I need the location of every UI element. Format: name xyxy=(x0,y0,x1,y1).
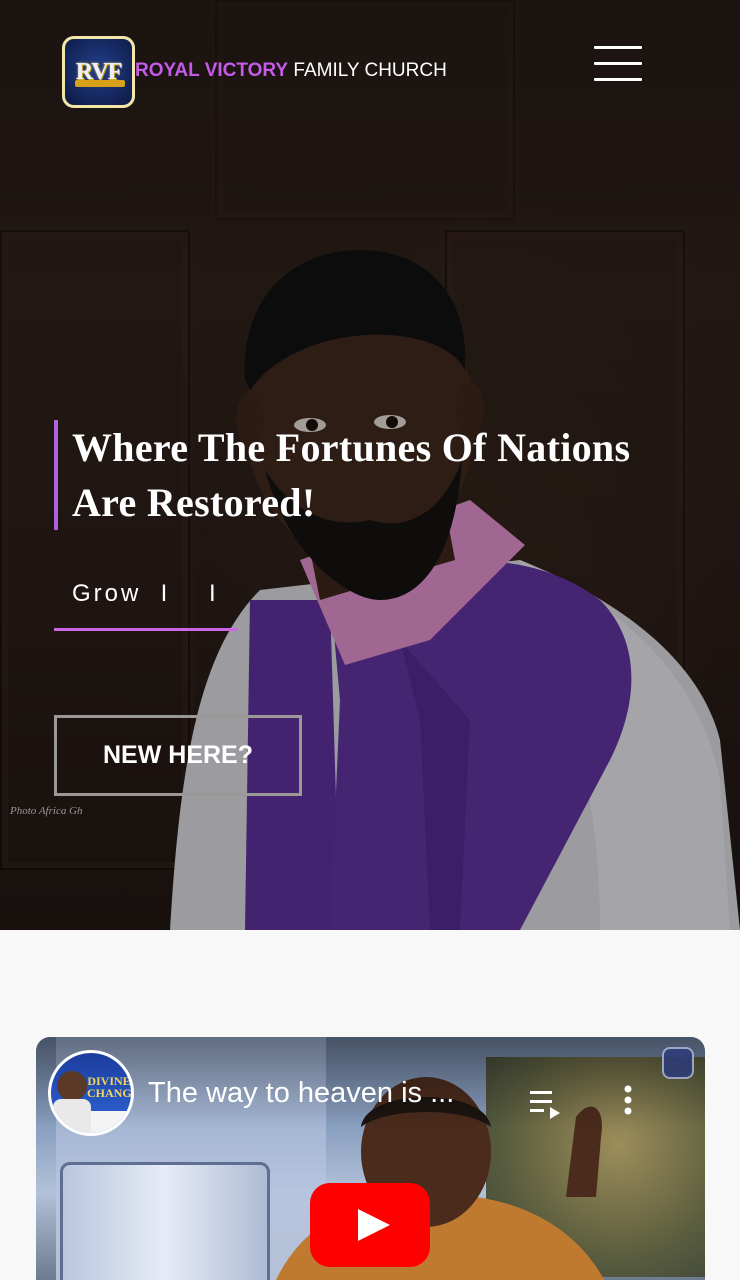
brand-accent: ROYAL VICTORY xyxy=(135,60,289,81)
new-here-button[interactable]: NEW HERE? xyxy=(54,715,302,796)
brand-rest: FAMILY CHURCH xyxy=(288,60,447,81)
hero-section: RVF ROYAL VICTORY FAMILY CHURCH Where Th… xyxy=(0,0,740,930)
photo-credit: Photo Africa Gh xyxy=(10,805,83,817)
playlist-icon[interactable] xyxy=(530,1089,564,1119)
hero-headline: Where The Fortunes Of Nations Are Restor… xyxy=(72,420,694,530)
youtube-play-icon[interactable] xyxy=(310,1183,430,1267)
channel-avatar[interactable]: DIVINE CHANGE xyxy=(48,1050,134,1136)
hamburger-menu-icon[interactable] xyxy=(594,46,642,82)
youtube-video-embed[interactable]: DIVINE CHANGE The way to heaven is ... xyxy=(36,1037,705,1280)
church-logo[interactable]: RVF xyxy=(62,36,135,108)
typed-text: Grow I I xyxy=(72,580,219,607)
channel-watermark-icon[interactable] xyxy=(662,1047,694,1079)
headline-line-2: Are Restored! xyxy=(72,480,316,525)
video-title[interactable]: The way to heaven is ... xyxy=(148,1077,454,1110)
logo-ribbon xyxy=(75,80,125,87)
more-options-icon[interactable] xyxy=(621,1085,635,1117)
hero-headline-block: Where The Fortunes Of Nations Are Restor… xyxy=(54,420,694,530)
brand-name[interactable]: ROYAL VICTORY FAMILY CHURCH xyxy=(135,60,447,82)
channel-avatar-text: DIVINE CHANGE xyxy=(87,1074,132,1100)
headline-line-1: Where The Fortunes Of Nations xyxy=(72,425,631,470)
typed-underline xyxy=(54,628,237,631)
